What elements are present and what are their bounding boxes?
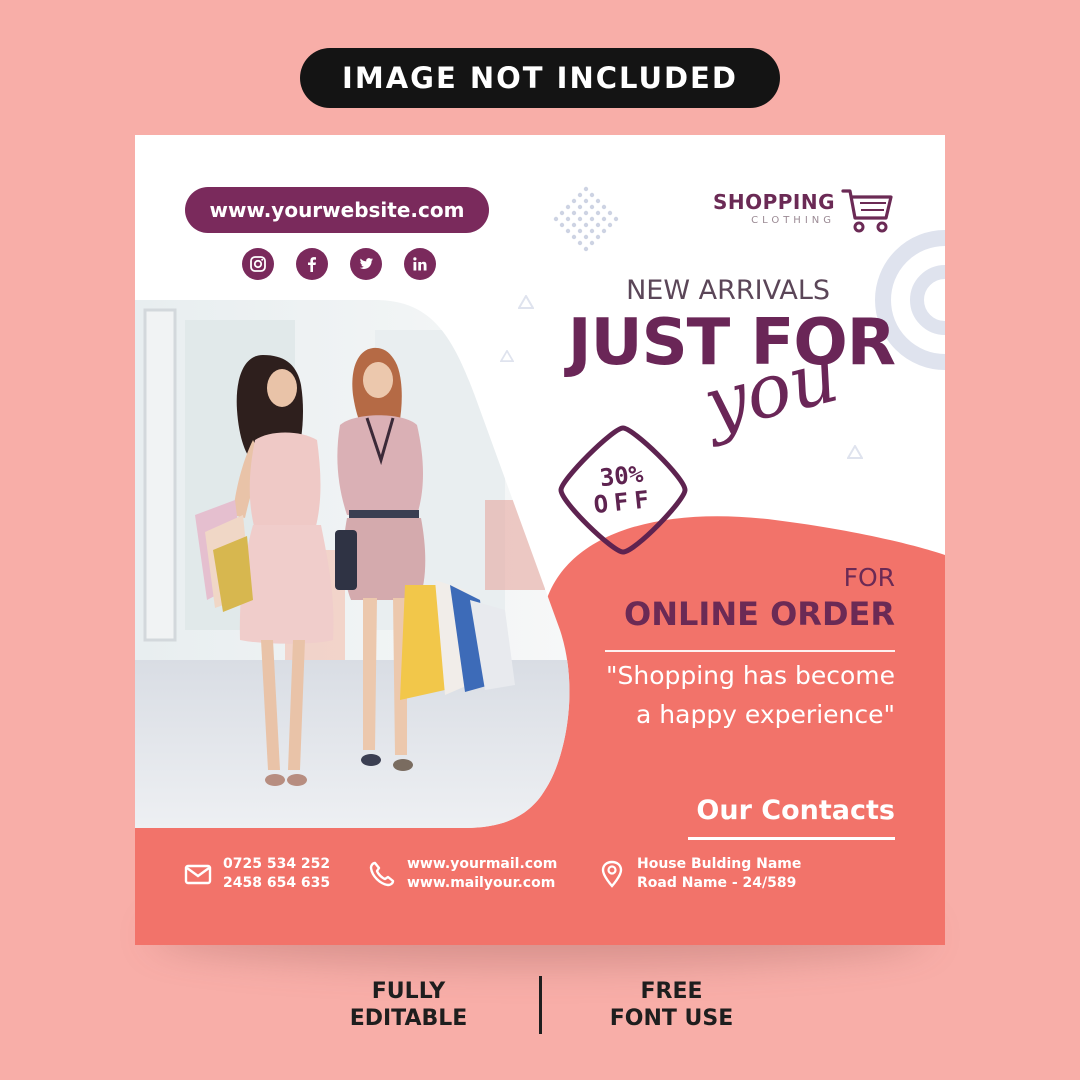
contacts-underline bbox=[688, 837, 895, 840]
twitter-icon[interactable] bbox=[350, 248, 382, 280]
banner-label: IMAGE NOT INCLUDED bbox=[342, 61, 738, 95]
promo-card: www.yourwebsite.com SHOPPING CLOTHING NE… bbox=[135, 135, 945, 945]
address-line-1: House Bulding Name bbox=[637, 856, 802, 872]
mail-line-1: www.yourmail.com bbox=[407, 856, 558, 872]
address-contact[interactable]: House Bulding Name Road Name - 24/589 bbox=[597, 855, 801, 893]
divider-line bbox=[605, 650, 895, 652]
discount-off: OFF bbox=[592, 485, 657, 520]
brand-sub: CLOTHING bbox=[751, 215, 835, 226]
phone-contact[interactable]: 0725 534 252 2458 654 635 bbox=[183, 855, 330, 893]
feature-right-line-2: FONT USE bbox=[609, 1006, 734, 1031]
feature-fully-editable: FULLY EDITABLE bbox=[319, 978, 499, 1033]
dots-pattern-decoration bbox=[553, 186, 619, 252]
new-arrivals-text: NEW ARRIVALS bbox=[626, 275, 830, 306]
shoppers-photo bbox=[135, 300, 570, 828]
our-contacts-title: Our Contacts bbox=[696, 795, 895, 826]
address-line-2: Road Name - 24/589 bbox=[637, 874, 797, 891]
features-footer: FULLY EDITABLE FREE FONT USE bbox=[0, 970, 1080, 1040]
phone-line-2: 2458 654 635 bbox=[223, 874, 331, 891]
for-text: FOR bbox=[843, 563, 895, 592]
phone-line-1: 0725 534 252 bbox=[223, 856, 331, 872]
feature-left-line-2: EDITABLE bbox=[349, 1006, 468, 1031]
feature-right-line-1: FREE bbox=[640, 978, 703, 1004]
phone-icon bbox=[369, 861, 395, 887]
mail-contact[interactable]: www.yourmail.com www.mailyour.com bbox=[367, 855, 557, 893]
feature-divider bbox=[538, 976, 542, 1034]
online-order-text: ONLINE ORDER bbox=[624, 595, 895, 633]
linkedin-icon[interactable] bbox=[404, 248, 436, 280]
tagline-quote: "Shopping has become a happy experience" bbox=[575, 657, 895, 735]
brand-logo-text: SHOPPING CLOTHING bbox=[695, 190, 835, 226]
social-icons bbox=[242, 248, 436, 280]
website-pill[interactable]: www.yourwebsite.com bbox=[185, 187, 489, 233]
quote-line-2: a happy experience" bbox=[636, 699, 895, 729]
mail-line-2: www.mailyour.com bbox=[407, 874, 556, 891]
discount-text: 30% OFF bbox=[546, 413, 700, 567]
triangle-decoration bbox=[847, 445, 863, 459]
quote-line-1: "Shopping has become bbox=[605, 661, 895, 690]
location-pin-icon bbox=[601, 860, 623, 888]
website-text: www.yourwebsite.com bbox=[209, 198, 465, 222]
brand-main: SHOPPING bbox=[712, 190, 835, 214]
feature-left-line-1: FULLY bbox=[371, 978, 446, 1004]
shopping-cart-icon bbox=[841, 189, 893, 233]
envelope-icon bbox=[184, 864, 212, 885]
facebook-icon[interactable] bbox=[296, 248, 328, 280]
discount-badge: 30% OFF bbox=[553, 420, 693, 560]
image-not-included-banner: IMAGE NOT INCLUDED bbox=[300, 48, 780, 108]
instagram-icon[interactable] bbox=[242, 248, 274, 280]
feature-free-font: FREE FONT USE bbox=[582, 978, 762, 1033]
